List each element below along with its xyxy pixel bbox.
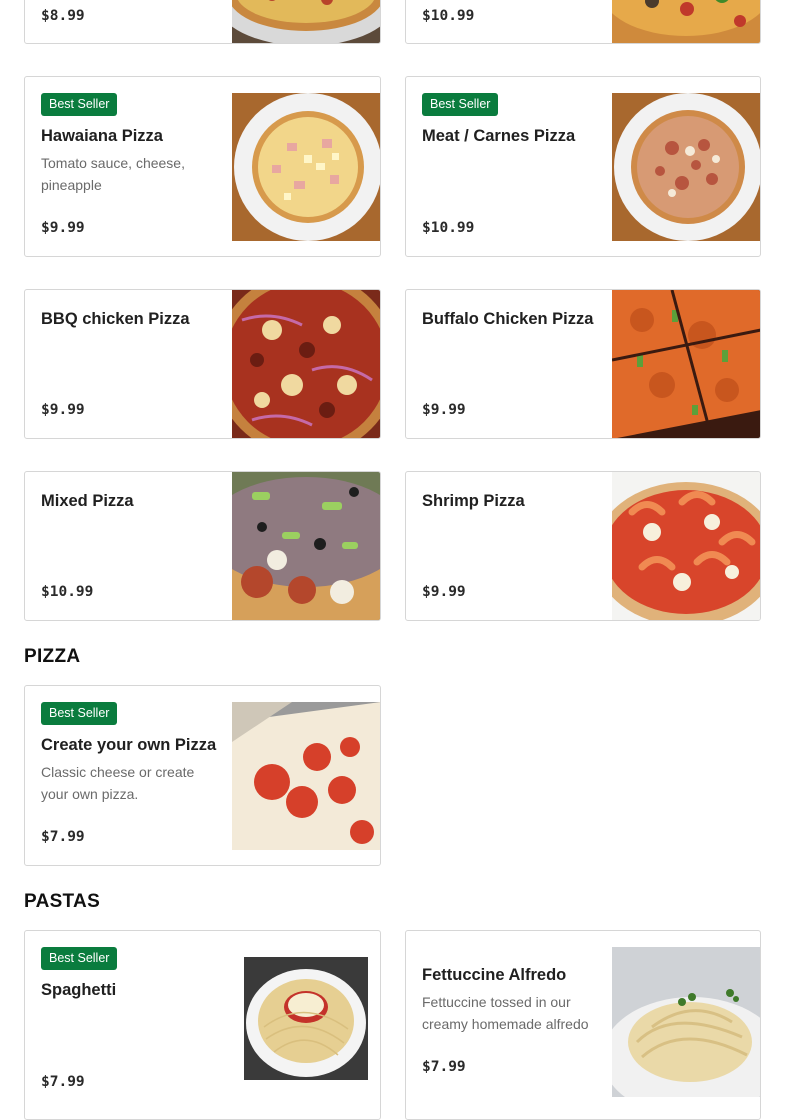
best-seller-badge: Best Seller — [422, 93, 499, 116]
menu-item-card-bbq-chicken[interactable]: BBQ chicken Pizza $9.99 — [24, 289, 381, 439]
spaghetti-photo-icon — [244, 957, 368, 1080]
pizza-photo-icon — [232, 702, 380, 850]
pizza-photo-icon — [612, 93, 760, 241]
section-title-pastas: PASTAS — [24, 891, 101, 912]
menu-item-card-shrimp[interactable]: Shrimp Pizza $9.99 — [405, 471, 761, 621]
pizza-photo-icon — [232, 0, 380, 43]
item-price: $7.99 — [422, 1059, 466, 1075]
pizza-photo-icon — [612, 0, 760, 43]
menu-item-card[interactable]: $10.99 — [405, 0, 761, 44]
item-description: Fettuccine tossed in our creamy homemade… — [422, 994, 589, 1032]
item-name: Shrimp Pizza — [422, 492, 525, 510]
item-name: Spaghetti — [41, 981, 117, 999]
item-price: $10.99 — [422, 220, 475, 236]
menu-item-card-fettuccine-alfredo[interactable]: Fettuccine Alfredo Fettuccine tossed in … — [405, 930, 761, 1120]
item-price: $9.99 — [41, 402, 85, 418]
item-price: $7.99 — [41, 1074, 85, 1090]
item-price: $7.99 — [41, 829, 85, 845]
menu-item-card[interactable]: $8.99 — [24, 0, 381, 44]
item-name: Buffalo Chicken Pizza — [422, 310, 594, 328]
pizza-photo-icon — [232, 472, 380, 620]
menu-item-card-buffalo-chicken[interactable]: Buffalo Chicken Pizza $9.99 — [405, 289, 761, 439]
menu-item-card-meat[interactable]: Best Seller Meat / Carnes Pizza $10.99 — [405, 76, 761, 257]
section-title-pizza: PIZZA — [24, 646, 81, 667]
item-name: BBQ chicken Pizza — [41, 310, 190, 328]
item-name: Meat / Carnes Pizza — [422, 127, 576, 145]
item-name: Fettuccine Alfredo — [422, 966, 567, 984]
pizza-photo-icon — [232, 290, 380, 438]
menu-item-card-spaghetti[interactable]: Best Seller Spaghetti $7.99 — [24, 930, 381, 1120]
item-description: Tomato sauce, cheese, pineapple — [41, 155, 185, 193]
item-description: Classic cheese or create your own pizza. — [41, 764, 195, 802]
menu-item-card-mixed[interactable]: Mixed Pizza $10.99 — [24, 471, 381, 621]
item-name: Mixed Pizza — [41, 492, 134, 510]
pizza-photo-icon — [612, 472, 760, 620]
item-price: $8.99 — [41, 8, 85, 24]
item-price: $10.99 — [41, 584, 94, 600]
fettuccine-photo-icon — [612, 947, 760, 1097]
menu-item-card-hawaiana[interactable]: Best Seller Hawaiana Pizza Tomato sauce,… — [24, 76, 381, 257]
item-price: $9.99 — [422, 584, 466, 600]
best-seller-badge: Best Seller — [41, 947, 118, 970]
pizza-photo-icon — [232, 93, 380, 241]
best-seller-badge: Best Seller — [41, 93, 118, 116]
item-price: $9.99 — [422, 402, 466, 418]
item-price: $9.99 — [41, 220, 85, 236]
menu-item-card-create-your-own[interactable]: Best Seller Create your own Pizza Classi… — [24, 685, 381, 866]
pizza-photo-icon — [612, 290, 760, 438]
best-seller-badge: Best Seller — [41, 702, 118, 725]
item-name: Hawaiana Pizza — [41, 127, 163, 145]
item-price: $10.99 — [422, 8, 475, 24]
item-name: Create your own Pizza — [41, 736, 217, 754]
